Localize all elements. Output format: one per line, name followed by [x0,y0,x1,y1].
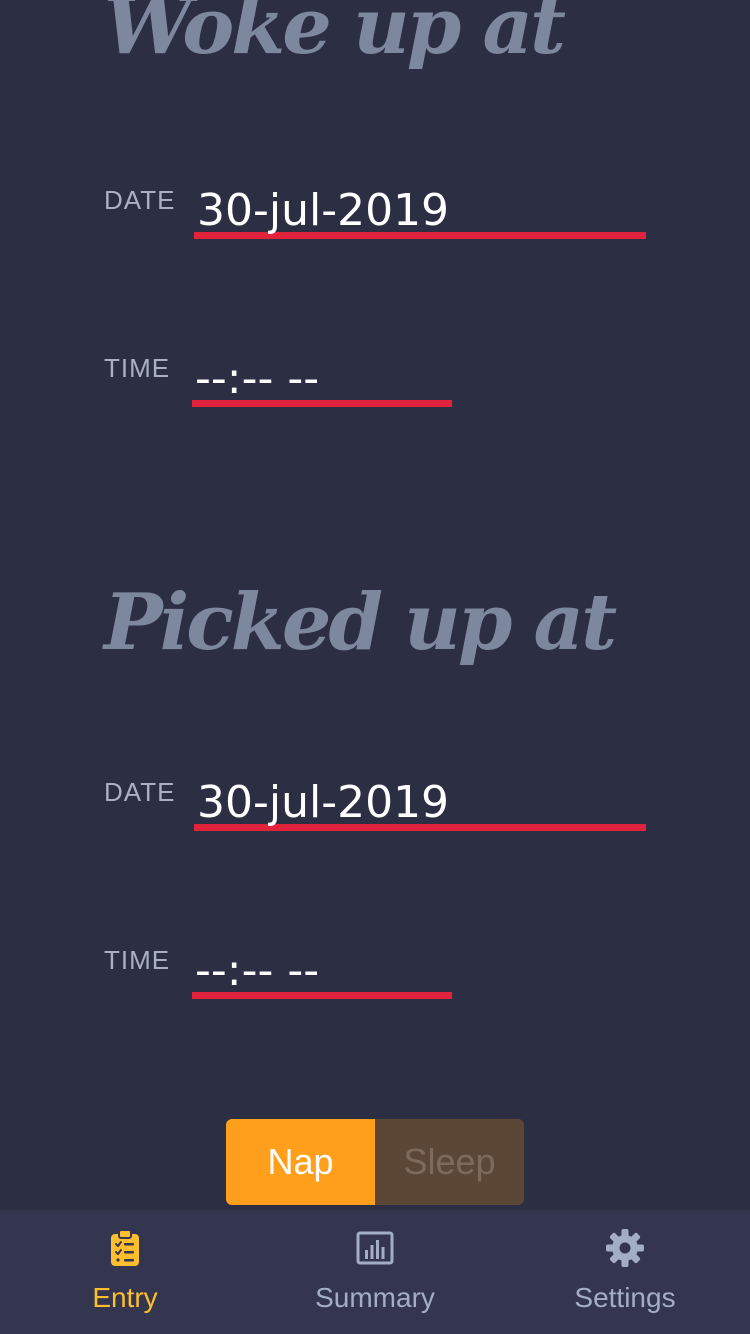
woke-up-heading: Woke up at [104,0,566,72]
bar-chart-icon [356,1231,394,1265]
nav-label-entry: Entry [92,1282,158,1313]
woke-time-label: TIME [104,353,171,383]
picked-date-label: DATE [104,777,176,807]
nav-item-entry[interactable]: Entry [0,1210,250,1334]
picked-up-heading: Picked up at [104,577,617,668]
bottom-navigation: Entry Summary Settings [0,1210,750,1334]
nav-label-settings: Settings [574,1282,676,1313]
nap-toggle-button[interactable]: Nap [226,1119,375,1205]
woke-date-input[interactable]: 30-jul-2019 [194,189,646,239]
woke-date-label: DATE [104,185,176,215]
nav-label-summary: Summary [315,1282,435,1313]
picked-time-input[interactable]: --:-- -- [192,949,452,999]
picked-date-input[interactable]: 30-jul-2019 [194,781,646,831]
gear-icon [606,1229,644,1267]
nap-sleep-toggle: Nap Sleep [226,1119,524,1205]
nav-item-summary[interactable]: Summary [250,1210,500,1334]
sleep-toggle-button[interactable]: Sleep [375,1119,524,1205]
woke-time-input[interactable]: --:-- -- [192,357,452,407]
clipboard-list-icon [111,1229,139,1266]
nav-item-settings[interactable]: Settings [500,1210,750,1334]
picked-time-label: TIME [104,945,171,975]
